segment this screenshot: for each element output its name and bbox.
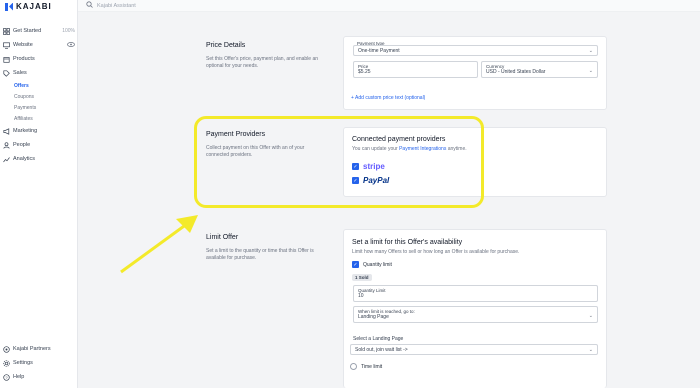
quantity-limit-value: 10 [358, 293, 364, 299]
add-custom-price-text-link[interactable]: + Add custom price text (optional) [351, 95, 425, 101]
kajabi-logo[interactable]: KAJABI [5, 2, 52, 11]
chevron-down-icon: ⌄ [588, 313, 593, 319]
highlight-box [194, 116, 484, 208]
sidebar-item-get-started[interactable]: Get Started 100% [3, 24, 75, 38]
limit-offer-card: Set a limit for this Offer's availabilit… [343, 229, 607, 388]
card-subtitle: Limit how many Offers to sell or how lon… [352, 249, 520, 255]
tag-icon [3, 69, 10, 77]
section-description: Set a limit to the quantity or time that… [206, 248, 314, 261]
megaphone-icon [3, 127, 10, 135]
sold-badge: 1 Sold [352, 274, 372, 281]
sidebar-item-kajabi-partners[interactable]: Kajabi Partners [3, 342, 75, 356]
select-landing-page-label: Select a Landing Page [353, 336, 404, 342]
landing-page-value: Sold out, join wait list -> [355, 346, 408, 353]
price-label: Price [358, 64, 369, 69]
chevron-down-icon: ⌄ [588, 48, 593, 54]
radio-button[interactable] [350, 363, 357, 370]
sidebar-item-sales[interactable]: Sales [3, 66, 75, 80]
currency-value: USD - United States Dollar [486, 69, 546, 75]
svg-text:?: ? [5, 375, 8, 380]
time-limit-label: Time limit [361, 363, 383, 370]
sidebar-item-label: Sales [13, 70, 27, 76]
limit-reached-label: When limit is reached, go to: [358, 309, 415, 314]
monitor-icon [3, 41, 10, 49]
people-icon [3, 141, 10, 149]
main-nav: Get Started 100% Website Products Sales … [3, 24, 75, 166]
sidebar: KAJABI Get Started 100% Website Products… [0, 0, 78, 388]
sidebar-bottom-nav: Kajabi Partners Settings ? Help [3, 342, 75, 384]
kajabi-logo-icon [5, 2, 13, 11]
sidebar-item-settings[interactable]: Settings [3, 356, 75, 370]
section-title: Limit Offer [206, 234, 239, 241]
quantity-limit-label: Quantity limit [363, 261, 392, 268]
currency-select[interactable]: Currency USD - United States Dollar ⌄ [481, 61, 598, 78]
price-value: $5.25 [358, 69, 371, 75]
limit-reached-value: Landing Page [358, 314, 389, 320]
quantity-limit-toggle[interactable]: ✓ Quantity limit [352, 261, 392, 268]
search-input[interactable]: Kajabi Assistant [97, 3, 136, 9]
top-bar: Kajabi Assistant [78, 0, 700, 12]
sidebar-item-website[interactable]: Website [3, 38, 75, 52]
sidebar-item-help[interactable]: ? Help [3, 370, 75, 384]
sidebar-item-label: Marketing [13, 128, 38, 134]
sidebar-item-marketing[interactable]: Marketing [3, 124, 75, 138]
sidebar-item-label: Website [13, 42, 33, 48]
brand-name: KAJABI [16, 2, 52, 11]
sidebar-item-products[interactable]: Products [3, 52, 75, 66]
currency-label: Currency [486, 64, 505, 69]
sidebar-item-label: Analytics [13, 156, 36, 162]
sidebar-subitem-coupons[interactable]: Coupons [3, 91, 75, 102]
sidebar-item-label: Kajabi Partners [13, 346, 51, 352]
limit-offer-section: Limit Offer Set a limit to the quantity … [206, 234, 324, 262]
sidebar-subitem-affiliates[interactable]: Affiliates [3, 113, 75, 124]
sidebar-item-people[interactable]: People [3, 138, 75, 152]
progress-percent: 100% [62, 28, 75, 34]
sidebar-item-label: Get Started [13, 28, 42, 34]
limit-reached-select[interactable]: When limit is reached, go to: Landing Pa… [353, 306, 598, 323]
quantity-limit-field-label: Quantity Limit [358, 288, 386, 293]
search-icon[interactable] [86, 1, 93, 10]
price-input[interactable]: Price $5.25 [353, 61, 478, 78]
card-title: Set a limit for this Offer's availabilit… [352, 239, 463, 246]
chart-icon [3, 156, 10, 163]
sidebar-item-analytics[interactable]: Analytics [3, 152, 75, 166]
help-icon: ? [3, 373, 10, 381]
sidebar-subitem-payments[interactable]: Payments [3, 102, 75, 113]
quantity-limit-input[interactable]: Quantity Limit 10 [353, 285, 598, 302]
time-limit-option[interactable]: Time limit [350, 363, 382, 370]
chevron-down-icon: ⌄ [588, 68, 593, 74]
price-details-section: Price Details Set this Offer's price, pa… [206, 42, 326, 70]
payment-type-select[interactable]: One-time Payment ⌄ [353, 45, 598, 56]
sidebar-item-label: Settings [13, 360, 33, 366]
box-icon [3, 56, 10, 63]
grid-icon [3, 27, 10, 35]
sidebar-subitem-offers[interactable]: Offers [3, 80, 75, 91]
landing-page-select[interactable]: Sold out, join wait list -> ⌄ [350, 344, 598, 355]
sidebar-item-label: Products [13, 56, 35, 62]
eye-icon[interactable] [67, 41, 75, 49]
gear-icon [3, 359, 10, 367]
section-title: Price Details [206, 42, 246, 49]
partners-icon [3, 345, 10, 353]
checkbox-checked[interactable]: ✓ [352, 261, 359, 268]
chevron-down-icon: ⌄ [588, 347, 593, 353]
price-details-card: Payment type One-time Payment ⌄ Price $5… [343, 36, 607, 110]
sidebar-item-label: People [13, 142, 31, 148]
payment-type-value: One-time Payment [358, 47, 400, 54]
sidebar-item-label: Help [13, 374, 25, 380]
section-description: Set this Offer's price, payment plan, an… [206, 56, 319, 69]
